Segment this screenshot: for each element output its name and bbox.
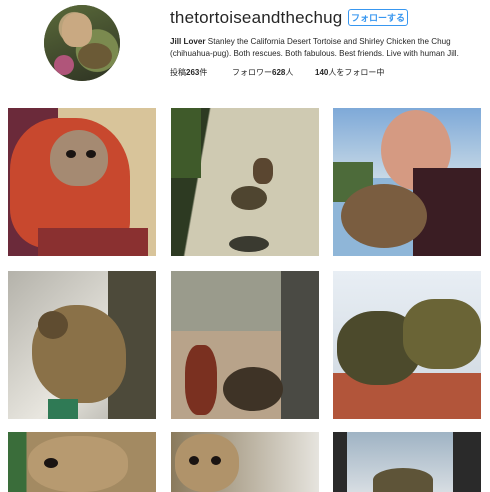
profile-username: thetortoiseandthechug [170,8,343,27]
post-7-dog-eye [44,458,58,468]
post-9-tortoise [373,468,433,492]
post-thumbnail-1[interactable] [8,108,156,256]
post-1-dog-eye [86,150,96,158]
following-label: 人をフォロー中 [328,68,385,77]
post-3-tortoise [341,184,427,248]
following-count: 140 [315,68,329,77]
post-1-dog-head [50,130,108,186]
post-2-shadow [229,236,269,252]
post-5-tortoise [223,367,283,411]
profile-bio: Jill Lover Stanley the California Desert… [170,36,480,60]
post-thumbnail-2[interactable] [171,108,319,256]
post-thumbnail-3[interactable] [333,108,481,256]
post-1-dog-eye [66,150,76,158]
post-9-carrier-edge [453,432,481,492]
post-4-tortoise-head [38,311,68,339]
followers-unit: 人 [285,68,294,77]
post-8-dog-eye [189,456,199,465]
post-2-plants [171,108,201,178]
posts-count: 263 [186,68,200,77]
post-2-tortoise [231,186,267,210]
posts-label: 投稿 [170,68,186,77]
follow-button[interactable]: フォローする [348,9,408,26]
post-8-dog-eye [211,456,221,465]
post-1-blanket-fold [38,228,148,256]
post-thumbnail-4[interactable] [8,271,156,419]
post-2-dog [253,158,273,184]
posts-unit: 件 [199,68,208,77]
avatar-dog [62,13,92,47]
followers-stat[interactable]: フォロワー628人 [232,67,293,78]
post-thumbnail-6[interactable] [333,271,481,419]
posts-stat: 投稿263件 [170,67,207,78]
avatar-flowers [54,55,74,75]
post-5-door-frame [281,271,319,419]
post-4-cup [48,399,78,419]
avatar-tortoise [78,43,112,69]
post-thumbnail-5[interactable] [171,271,319,419]
following-stat[interactable]: 140人をフォロー中 [315,67,384,78]
post-6-tortoise-shell [403,299,481,369]
post-thumbnail-7[interactable] [8,432,156,492]
post-9-carrier-edge [333,432,347,492]
followers-label: フォロワー [232,68,272,77]
followers-count: 628 [272,68,286,77]
post-thumbnail-9[interactable] [333,432,481,492]
post-thumbnail-8[interactable] [171,432,319,492]
post-8-dog-face [175,434,239,492]
post-5-dog-sweater [185,345,217,415]
post-7-dog-face [28,436,128,492]
bio-text: Stanley the California Desert Tortoise a… [170,37,459,58]
profile-avatar[interactable] [44,5,120,81]
bio-full-name: Jill Lover [170,37,206,46]
